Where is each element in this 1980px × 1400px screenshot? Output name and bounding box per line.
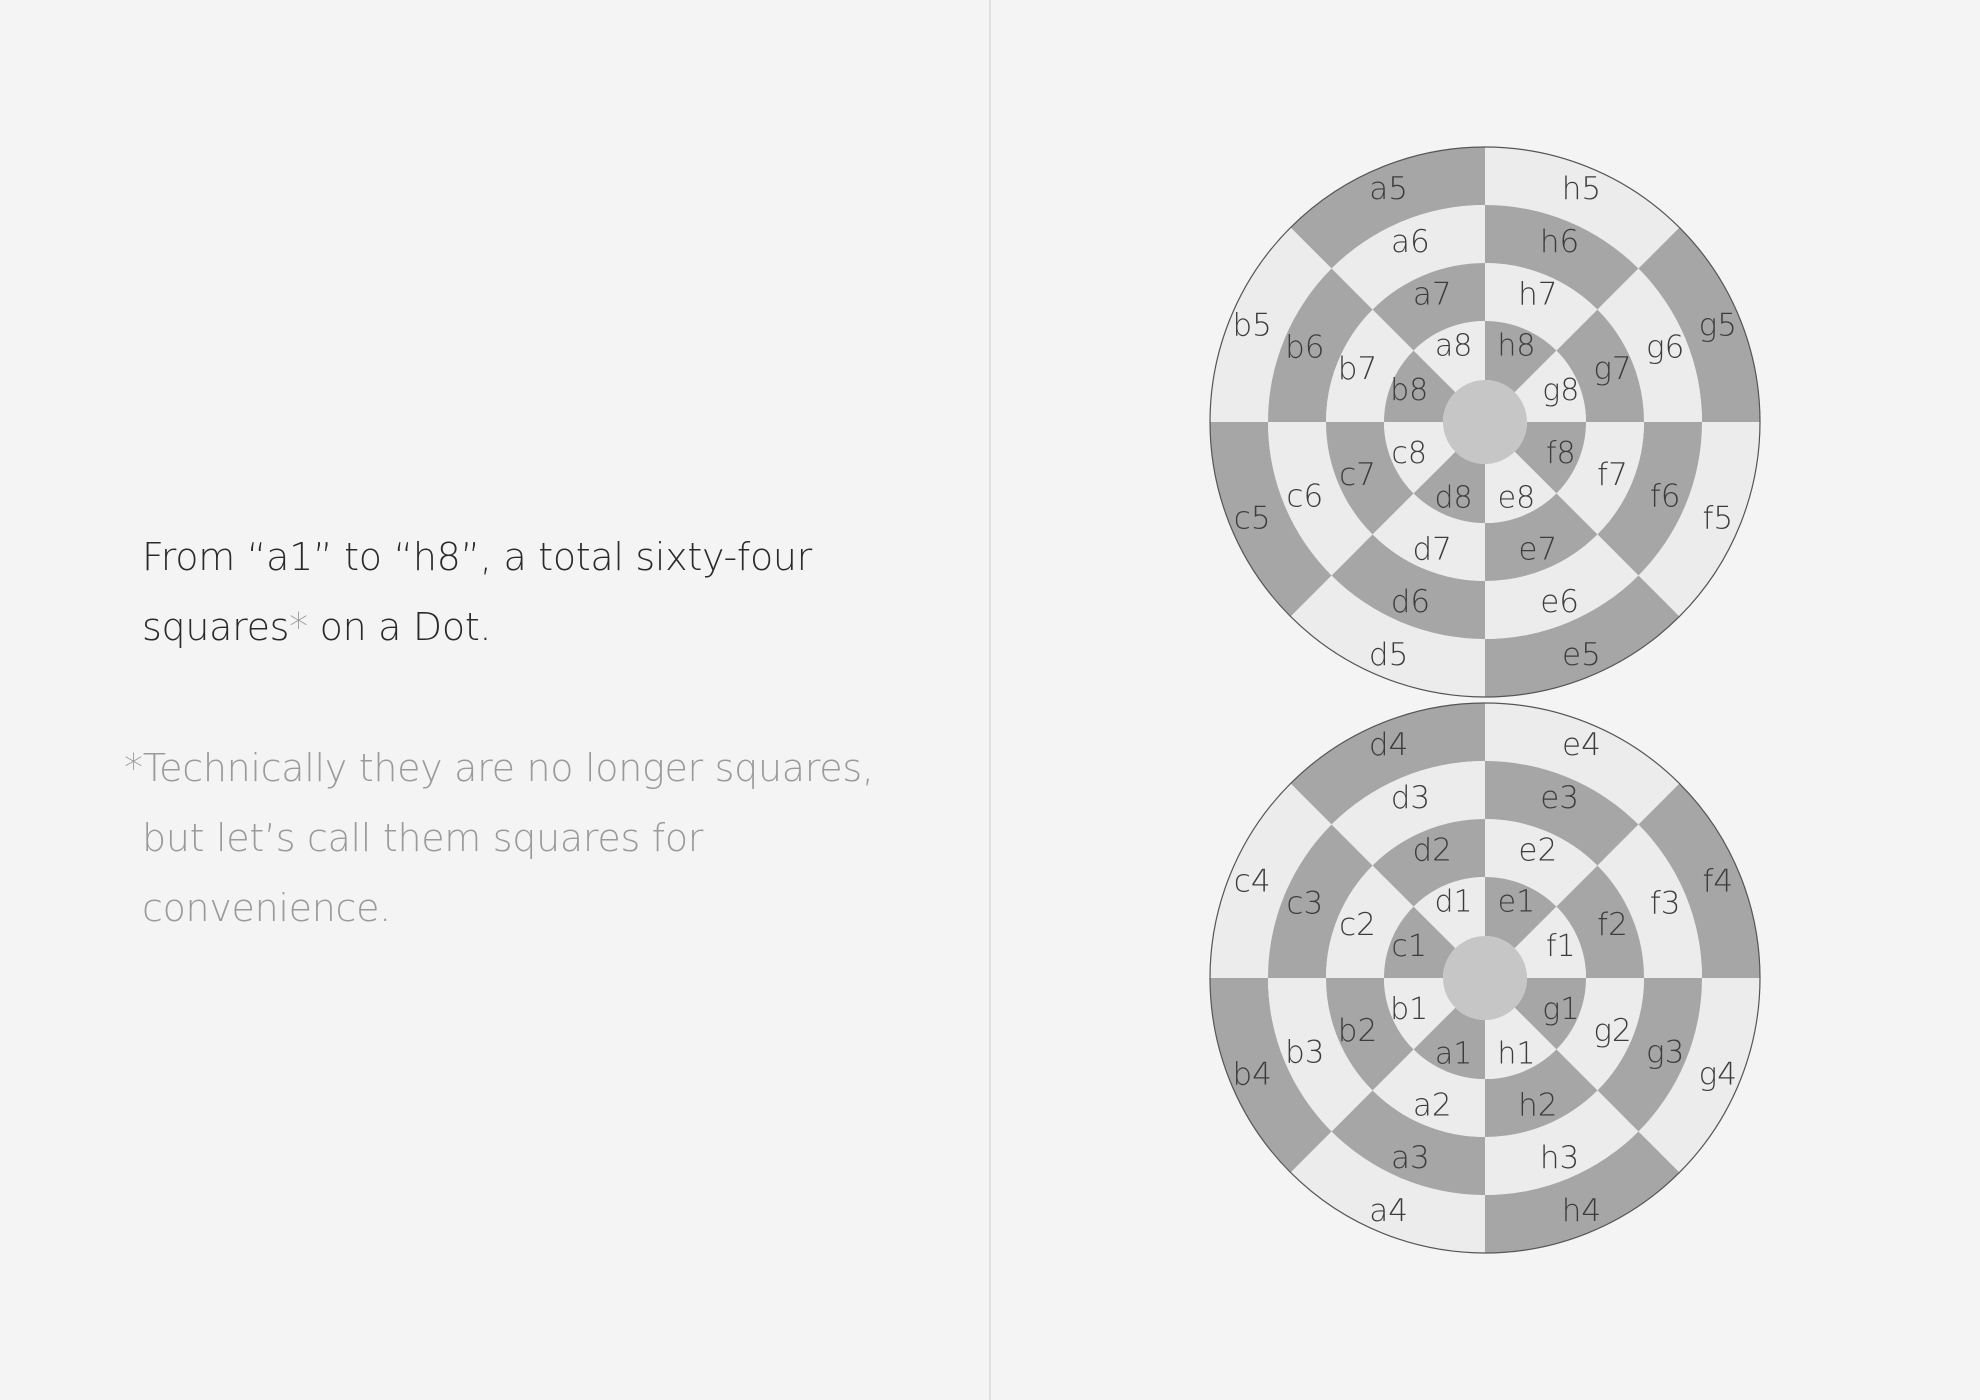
square-label-b6: b6 <box>1285 329 1324 365</box>
square-label-g8: g8 <box>1542 373 1579 408</box>
square-label-f5: f5 <box>1702 500 1733 536</box>
square-label-c4: c4 <box>1234 864 1271 900</box>
square-label-e7: e7 <box>1518 532 1557 568</box>
square-label-b4: b4 <box>1232 1056 1271 1092</box>
square-label-a5: a5 <box>1369 171 1408 207</box>
square-label-d6: d6 <box>1391 584 1430 620</box>
square-label-a8: a8 <box>1435 329 1472 364</box>
square-label-f3: f3 <box>1650 885 1681 921</box>
square-label-a1: a1 <box>1435 1036 1472 1071</box>
square-label-a7: a7 <box>1413 277 1452 313</box>
square-label-c6: c6 <box>1286 479 1323 515</box>
square-label-b3: b3 <box>1285 1035 1324 1071</box>
square-label-e5: e5 <box>1562 637 1601 673</box>
square-label-d3: d3 <box>1391 780 1430 816</box>
square-label-h2: h2 <box>1518 1088 1557 1124</box>
square-label-c1: c1 <box>1391 929 1427 964</box>
page: From “a1” to “h8”, a total sixty-four sq… <box>0 0 1980 1400</box>
square-label-h4: h4 <box>1562 1193 1601 1229</box>
square-label-h7: h7 <box>1518 277 1557 313</box>
square-label-f2: f2 <box>1597 907 1628 943</box>
top-disc: a5 h5 g5 f5 e5 d5 c5 b5 a6 h6 g6 f6 e6 d6 c6 b6 a7 h7 g7 f7… <box>1209 146 1761 698</box>
square-label-a3: a3 <box>1391 1140 1430 1176</box>
square-label-d8: d8 <box>1435 480 1473 515</box>
square-label-g7: g7 <box>1593 351 1631 387</box>
circular-chess-board: a5 h5 g5 f5 e5 d5 c5 b5 a6 h6 g6 f6 e6 d6 c6 b6 a7 h7 g7 f7… <box>1209 146 1761 1254</box>
square-label-f1: f1 <box>1546 929 1576 964</box>
square-label-e8: e8 <box>1498 480 1536 515</box>
square-label-h5: h5 <box>1562 171 1601 207</box>
square-label-a6: a6 <box>1391 224 1430 260</box>
square-label-f7: f7 <box>1597 457 1628 493</box>
square-label-h8: h8 <box>1497 329 1535 364</box>
square-label-h1: h1 <box>1497 1036 1535 1071</box>
square-label-g6: g6 <box>1646 329 1684 365</box>
bottom-center-dot <box>1443 936 1527 1020</box>
square-label-d2: d2 <box>1412 833 1451 869</box>
bottom-disc: d4 e4 f4 g4 h4 a4 b4 c4 d3 e3 f3 g3 h3 a3 b3 c3 d2 e2 f2 g2… <box>1209 702 1761 1254</box>
square-label-h3: h3 <box>1540 1140 1579 1176</box>
square-label-b5: b5 <box>1232 308 1271 344</box>
square-label-d4: d4 <box>1369 727 1408 763</box>
square-label-g2: g2 <box>1593 1013 1631 1049</box>
square-label-g3: g3 <box>1646 1035 1684 1071</box>
square-label-e4: e4 <box>1562 727 1601 763</box>
square-label-c7: c7 <box>1339 457 1376 493</box>
square-label-f6: f6 <box>1650 479 1681 515</box>
square-label-g1: g1 <box>1542 992 1579 1027</box>
square-label-d5: d5 <box>1369 637 1408 673</box>
square-label-e3: e3 <box>1540 780 1579 816</box>
square-label-a4: a4 <box>1369 1193 1408 1229</box>
square-label-c3: c3 <box>1286 885 1323 921</box>
square-label-e6: e6 <box>1540 584 1579 620</box>
square-label-d7: d7 <box>1412 532 1451 568</box>
square-label-b8: b8 <box>1390 373 1428 408</box>
square-label-b2: b2 <box>1338 1013 1377 1049</box>
square-label-f8: f8 <box>1546 436 1576 471</box>
square-label-d1: d1 <box>1435 885 1473 920</box>
square-label-f4: f4 <box>1702 864 1733 900</box>
square-label-e1: e1 <box>1498 885 1536 920</box>
square-label-b1: b1 <box>1390 992 1428 1027</box>
square-label-h6: h6 <box>1540 224 1579 260</box>
square-label-e2: e2 <box>1518 833 1557 869</box>
square-label-b7: b7 <box>1338 351 1377 387</box>
square-label-c8: c8 <box>1391 436 1427 471</box>
square-label-c2: c2 <box>1339 907 1376 943</box>
square-label-g4: g4 <box>1699 1056 1737 1092</box>
square-label-c5: c5 <box>1234 500 1271 536</box>
top-center-dot <box>1443 380 1527 464</box>
square-label-g5: g5 <box>1699 308 1737 344</box>
square-label-a2: a2 <box>1413 1088 1452 1124</box>
